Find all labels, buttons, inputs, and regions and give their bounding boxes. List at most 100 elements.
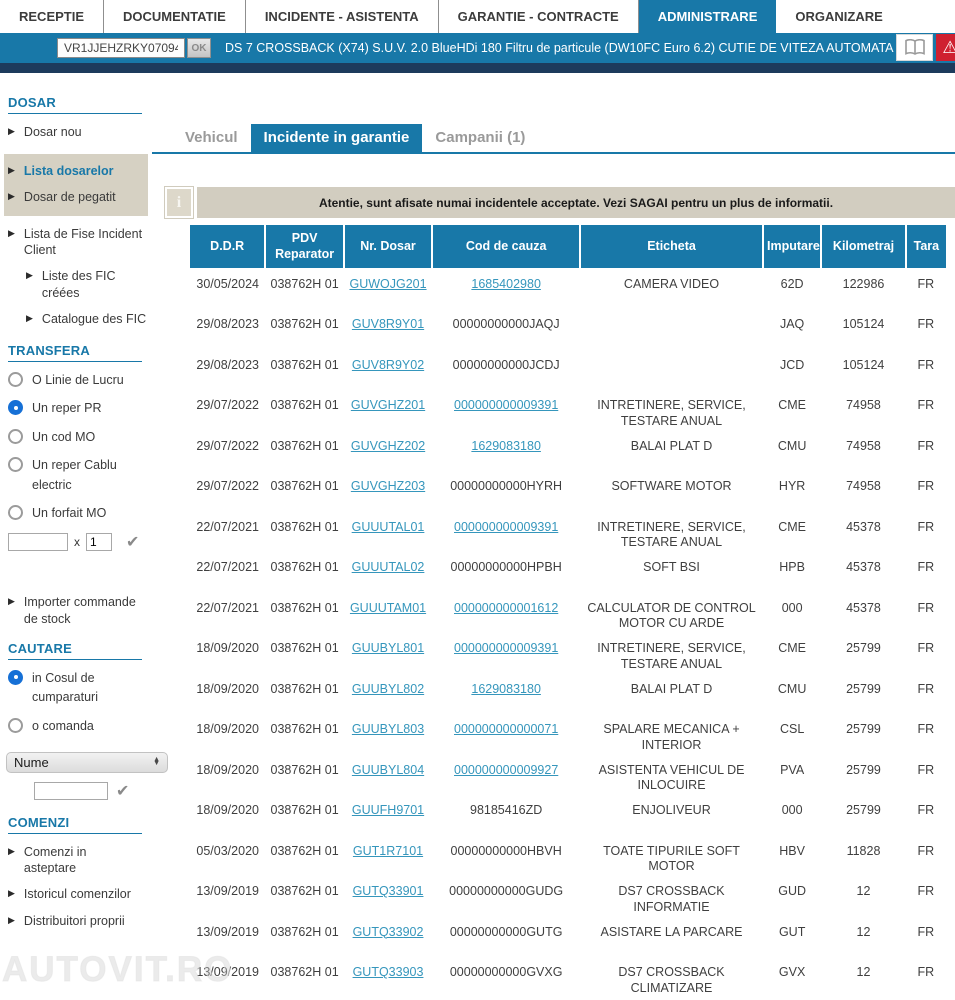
- sidebar-item-dosar-de-pegatit[interactable]: ▶ Dosar de pegatit: [8, 189, 146, 205]
- radio-linie-de-lucru[interactable]: O Linie de Lucru: [8, 371, 152, 390]
- sidebar-item-lista-dosarelor[interactable]: ▶ Lista dosarelor: [8, 163, 146, 179]
- radio-o-comanda[interactable]: o comanda: [8, 717, 152, 736]
- cell-pdv-reparator: 038762H 01: [270, 843, 339, 858]
- cell-nr-dosar: GUV8R9Y02: [344, 349, 432, 390]
- dossier-link[interactable]: GUT1R7101: [353, 844, 423, 858]
- cell-eticheta: INTRETINERE, SERVICE, TESTARE ANUAL: [597, 519, 746, 550]
- cell-ddr: 29/07/2022: [196, 398, 259, 412]
- dossier-link[interactable]: GUVGHZ203: [351, 479, 425, 493]
- confirm-check-icon[interactable]: ✔: [126, 532, 139, 552]
- nav-tab-receptie[interactable]: RECEPTIE: [0, 0, 103, 33]
- arrow-bullet-icon: ▶: [8, 190, 15, 201]
- dossier-link[interactable]: GUV8R9Y02: [352, 358, 424, 372]
- sidebar-item-lista-fise-incident[interactable]: ▶ Lista de Fise Incident Client: [8, 226, 150, 259]
- quantity-input[interactable]: [86, 533, 112, 552]
- cell-tara: FR: [917, 803, 935, 817]
- dossier-link[interactable]: GUUBYL804: [352, 763, 424, 777]
- nav-tab-incidente-asistenta[interactable]: INCIDENTE - ASISTENTA: [244, 0, 438, 33]
- sidebar-item-label: Importer commande de stock: [23, 595, 136, 626]
- dossier-link[interactable]: GUUBYL803: [352, 722, 424, 736]
- nav-tab-organizare[interactable]: ORGANIZARE: [776, 0, 901, 33]
- tab-campanii[interactable]: Campanii (1): [422, 124, 538, 152]
- radio-label: Un reper PR: [32, 401, 102, 416]
- sidebar-item-distribuitori-proprii[interactable]: ▶ Distribuitori proprii: [8, 913, 150, 929]
- dossier-link[interactable]: GUVGHZ202: [351, 439, 425, 453]
- sidebar-item-comenzi-asteptare[interactable]: ▶ Comenzi in asteptare: [8, 844, 150, 877]
- vin-ok-button[interactable]: OK: [187, 38, 211, 58]
- sidebar-item-label: Istoricul comenzilor: [23, 887, 131, 902]
- transfer-code-input[interactable]: [8, 533, 68, 552]
- table-row: 22/07/2021 038762H 01 GUUUTAM01 00000000000…: [190, 592, 946, 633]
- notice-text: Atentie, sunt afisate numai incidentele …: [197, 187, 955, 218]
- cell-nr-dosar: GUUFH9701: [344, 794, 432, 835]
- column-header-tara: Tara: [905, 225, 946, 268]
- sidebar-item-istoricul-comenzilor[interactable]: ▶ Istoricul comenzilor: [8, 886, 150, 902]
- table-row: 18/09/2020 038762H 01 GUUFH9701 98185416ZD E…: [190, 794, 946, 835]
- sidebar-item-label: Liste des FIC créées: [41, 269, 116, 300]
- cell-ddr: 05/03/2020: [196, 843, 259, 858]
- dossier-link[interactable]: GUVGHZ201: [351, 398, 425, 412]
- sidebar-heading-comenzi: COMENZI: [8, 815, 142, 834]
- header-divider-stripe: [0, 63, 955, 73]
- cause-code-link[interactable]: 1629083180: [471, 439, 541, 453]
- radio-in-cosul-de-cumparaturi[interactable]: in Cosul de cumparaturi: [8, 669, 152, 708]
- cause-code-link[interactable]: 000000000001612: [454, 601, 558, 615]
- cell-eticheta: INTRETINERE, SERVICE, TESTARE ANUAL: [597, 398, 746, 428]
- sidebar: DOSAR ▶ Dosar nou ▶ Lista dosarelor ▶ Do…: [0, 73, 168, 939]
- cell-ddr: 18/09/2020: [196, 762, 259, 777]
- cause-code-link[interactable]: 000000000000071: [454, 722, 558, 736]
- radio-un-reper-cablu-electric[interactable]: Un reper Cablu electric: [8, 456, 152, 495]
- cell-cod-de-cauza: 98185416ZD: [470, 803, 543, 817]
- cell-ddr: 22/07/2021: [196, 600, 259, 615]
- sidebar-item-catalogue-fic[interactable]: ▶ Catalogue des FIC: [26, 311, 150, 327]
- alert-button[interactable]: ⚠: [936, 34, 955, 61]
- sidebar-item-label: Comenzi in asteptare: [23, 844, 87, 876]
- dossier-link[interactable]: GUUBYL802: [352, 682, 424, 696]
- cause-code-link[interactable]: 1685402980: [471, 277, 541, 291]
- cell-nr-dosar: GUVGHZ203: [344, 470, 432, 511]
- cause-code-link[interactable]: 1629083180: [471, 682, 541, 696]
- tab-vehicul[interactable]: Vehicul: [172, 124, 251, 152]
- cell-ddr: 29/07/2022: [196, 438, 259, 453]
- cell-tara: FR: [917, 681, 935, 696]
- cause-code-link[interactable]: 000000000009391: [454, 520, 558, 534]
- cell-imputare: CME: [778, 398, 807, 412]
- vin-input[interactable]: [57, 38, 185, 58]
- dossier-link[interactable]: GUUUTAL01: [352, 520, 425, 534]
- dossier-link[interactable]: GUUBYL801: [352, 641, 424, 655]
- column-header-imputare: Imputare: [762, 225, 823, 268]
- table-row: 29/08/2023 038762H 01 GUV8R9Y01 00000000000…: [190, 308, 946, 349]
- cell-pdv-reparator: 038762H 01: [270, 438, 339, 453]
- sidebar-item-dosar-nou[interactable]: ▶ Dosar nou: [8, 124, 150, 140]
- dossier-link[interactable]: GUTQ33902: [353, 925, 424, 939]
- dossier-link[interactable]: GUTQ33903: [353, 965, 424, 979]
- cause-code-link[interactable]: 000000000009391: [454, 641, 558, 655]
- dossier-link[interactable]: GUUUTAL02: [352, 560, 425, 574]
- nav-tab-administrare[interactable]: ADMINISTRARE: [637, 0, 777, 33]
- nav-tab-garantie-contracte[interactable]: GARANTIE - CONTRACTE: [437, 0, 638, 33]
- cell-cod-de-cauza: 000000000001612: [432, 592, 580, 633]
- cause-code-link[interactable]: 000000000009391: [454, 398, 558, 412]
- search-input[interactable]: [34, 781, 108, 800]
- documentation-book-button[interactable]: [896, 34, 933, 61]
- dossier-link[interactable]: GUUFH9701: [352, 803, 424, 817]
- vehicle-description: DS 7 CROSSBACK (X74) S.U.V. 2.0 BlueHDi …: [225, 41, 915, 55]
- cause-code-link[interactable]: 000000000009927: [454, 763, 558, 777]
- search-confirm-check-icon[interactable]: ✔: [116, 781, 129, 801]
- dossier-link[interactable]: GUTQ33901: [353, 884, 424, 898]
- dossier-link[interactable]: GUV8R9Y01: [352, 317, 424, 331]
- tab-incidente-in-garantie[interactable]: Incidente in garantie: [250, 124, 423, 152]
- dossier-link[interactable]: GUWOJG201: [349, 277, 426, 291]
- nav-tab-documentatie[interactable]: DOCUMENTATIE: [103, 0, 245, 33]
- dossier-link[interactable]: GUUUTAM01: [350, 601, 426, 615]
- sidebar-item-liste-fic[interactable]: ▶ Liste des FIC créées: [26, 268, 150, 301]
- cell-pdv-reparator: 038762H 01: [270, 924, 339, 939]
- search-field-select[interactable]: Nume ▲ ▼: [6, 751, 168, 773]
- radio-un-forfait-mo[interactable]: Un forfait MO: [8, 504, 152, 523]
- cell-nr-dosar: GUUUTAL01: [344, 511, 432, 552]
- radio-un-reper-pr[interactable]: Un reper PR: [8, 399, 152, 418]
- cell-cod-de-cauza: 00000000000JCDJ: [452, 357, 560, 372]
- sidebar-item-importer-commande[interactable]: ▶ Importer commande de stock: [8, 594, 150, 627]
- cell-eticheta: ENJOLIVEUR: [632, 803, 711, 817]
- radio-un-cod-mo[interactable]: Un cod MO: [8, 428, 152, 447]
